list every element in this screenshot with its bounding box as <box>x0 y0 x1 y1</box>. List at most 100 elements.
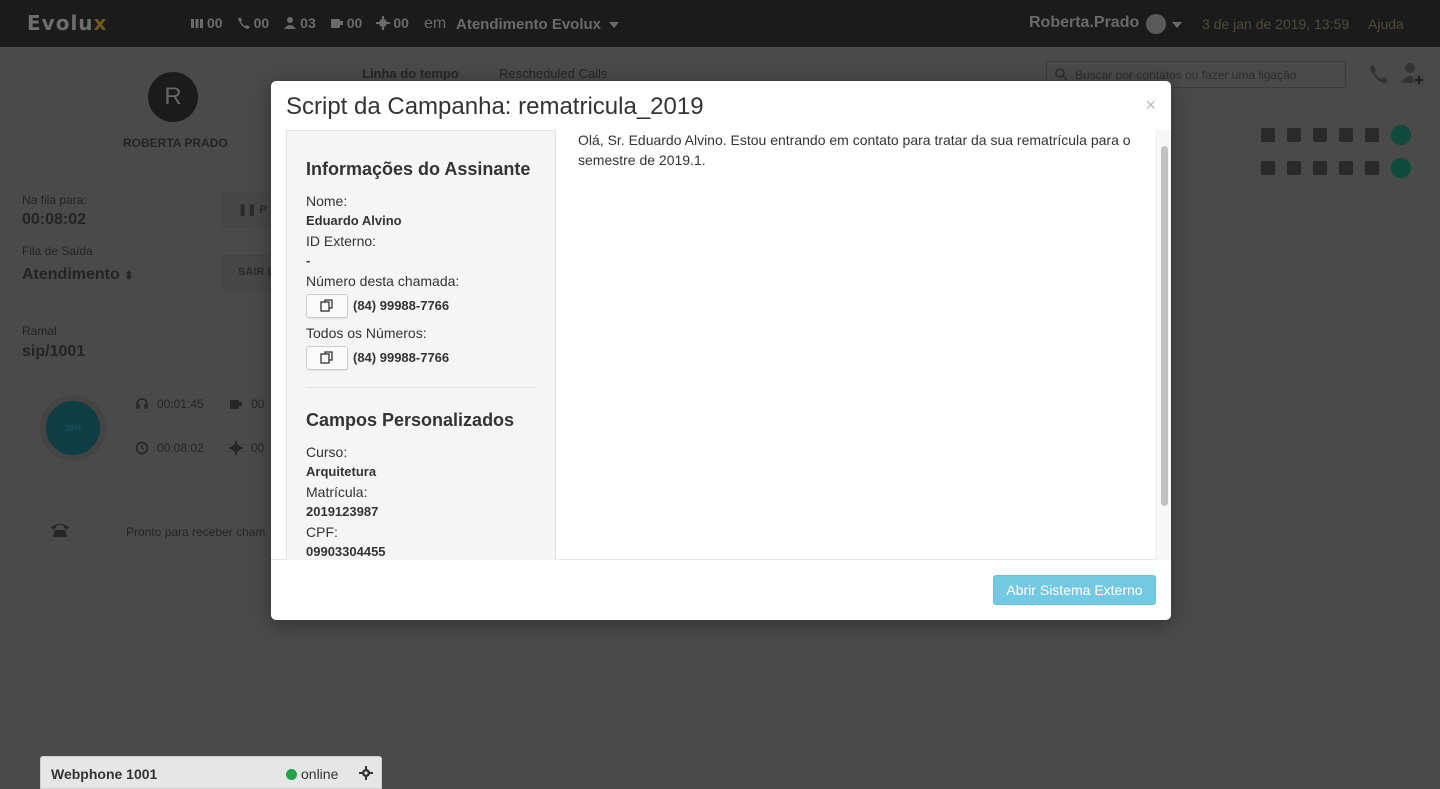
login-time-stat: 00:08:02 <box>135 441 204 455</box>
calls-counter[interactable]: 00 <box>237 15 270 31</box>
call-number-value: (84) 99988-7766 <box>353 298 450 313</box>
telephone-icon <box>51 524 69 537</box>
document-icon[interactable] <box>1261 128 1275 142</box>
search-placeholder: Buscar por contatos ou fazer uma ligação <box>1075 68 1297 82</box>
modal-body: Informações do Assinante Nome: Eduardo A… <box>271 130 1171 560</box>
copy-all-numbers-button[interactable] <box>306 346 348 370</box>
edit-icon[interactable] <box>1287 161 1301 175</box>
copy-call-number-button[interactable] <box>306 294 348 318</box>
course-value: Arquitetura <box>306 464 377 479</box>
queue-label: Na fila para: <box>22 193 87 207</box>
pause-time-stat: 00 <box>229 397 264 411</box>
scrollbar-thumb[interactable] <box>1161 146 1168 506</box>
user-name[interactable]: Roberta.Prado <box>1029 14 1139 32</box>
coffee-icon <box>330 19 343 28</box>
modal-footer: Abrir Sistema Externo <box>271 561 1171 620</box>
edit-icon[interactable] <box>1287 128 1301 142</box>
user-icon <box>284 17 297 29</box>
pause-time-value: 00 <box>251 397 265 411</box>
pause-icon: ❚❚ <box>238 204 260 216</box>
search-icon <box>1055 68 1068 81</box>
enrollment-label: Matrícula: <box>306 484 368 500</box>
cpf-value: 09903304455 <box>306 544 386 559</box>
webphone-status: online <box>286 766 338 782</box>
current-datetime: 3 de jan de 2019, 13:59 <box>1202 16 1350 32</box>
subscriber-info-panel[interactable]: Informações do Assinante Nome: Eduardo A… <box>286 130 556 560</box>
sort-icon: ⬍ <box>124 270 134 282</box>
close-icon[interactable]: × <box>1145 95 1156 116</box>
call-number-label: Número desta chamada: <box>306 273 460 289</box>
top-navbar: Evolux 00 00 03 00 00 em Atendimento Evo… <box>0 0 1440 47</box>
external-id-label: ID Externo: <box>306 233 377 249</box>
agent-name: ROBERTA PRADO <box>123 136 228 150</box>
enrollment-value: 2019123987 <box>306 504 379 519</box>
pause-count: 00 <box>346 15 363 31</box>
evolux-logo[interactable]: Evolux <box>27 11 107 35</box>
external-id-value: - <box>306 253 311 268</box>
copy-icon <box>320 351 333 364</box>
queue-time: 00:08:02 <box>22 211 87 228</box>
modal-title: Script da Campanha: rematricula_2019 <box>286 93 704 120</box>
subscriber-section-title: Informações do Assinante <box>306 159 531 179</box>
talk-time-stat: 00:01:45 <box>135 397 204 411</box>
other-counter[interactable]: 00 <box>376 15 409 31</box>
online-status-icon <box>286 768 297 780</box>
modal-scrollbar[interactable] <box>1156 130 1171 560</box>
section-divider <box>306 387 536 388</box>
call-number-row: (84) 99988-7766 <box>306 294 536 318</box>
gear-icon[interactable] <box>359 766 373 780</box>
info-icon[interactable] <box>1365 128 1379 142</box>
outbound-queue-value: Atendimento <box>22 266 120 283</box>
user-menu-chevron-icon[interactable] <box>1172 22 1182 28</box>
info-icon[interactable] <box>1365 161 1379 175</box>
timeline-row-actions <box>1261 125 1411 145</box>
add-contact-icon[interactable] <box>1400 61 1426 87</box>
agent-avatar: R <box>148 72 198 122</box>
ramal-value: sip/1001 <box>22 343 86 360</box>
calls-count: 00 <box>253 15 270 31</box>
star-icon[interactable] <box>1313 161 1327 175</box>
calendar-icon[interactable] <box>1339 161 1353 175</box>
course-label: Curso: <box>306 444 348 460</box>
login-time-value: 00:08:02 <box>157 441 204 455</box>
queue-name: Atendimento Evolux <box>456 16 602 33</box>
queue-icon <box>191 19 203 28</box>
call-button-icon[interactable] <box>1391 125 1411 145</box>
campaign-script-text: Olá, Sr. Eduardo Alvino. Estou entrando … <box>578 132 1131 168</box>
queue-dropdown[interactable]: Atendimento Evolux <box>456 16 620 33</box>
custom-fields-section-title: Campos Personalizados <box>306 410 515 430</box>
call-button-icon[interactable] <box>1391 158 1411 178</box>
occupancy-donut: 38% <box>46 401 100 455</box>
help-link[interactable]: Ajuda <box>1368 16 1404 32</box>
open-external-system-button[interactable]: Abrir Sistema Externo <box>993 575 1156 605</box>
all-numbers-row: (84) 99988-7766 <box>306 346 536 370</box>
talk-time-value: 00:01:45 <box>157 397 204 411</box>
campaign-script-modal: Script da Campanha: rematricula_2019 × I… <box>271 81 1171 620</box>
webphone-bar[interactable]: Webphone 1001 online <box>40 756 382 789</box>
user-avatar-icon[interactable] <box>1146 14 1166 34</box>
queue-counter[interactable]: 00 <box>190 15 223 31</box>
tab-rescheduled-calls[interactable]: Rescheduled Calls <box>499 66 607 81</box>
webphone-status-label: online <box>301 766 339 782</box>
star-icon[interactable] <box>1313 128 1327 142</box>
em-label: em <box>424 15 447 32</box>
pause-button-label: P <box>259 204 267 216</box>
ramal-label: Ramal <box>22 324 57 338</box>
clock-icon <box>135 441 149 455</box>
agents-count: 03 <box>300 15 316 31</box>
tab-timeline[interactable]: Linha do tempo <box>362 66 459 81</box>
outbound-queue-select[interactable]: Atendimento ⬍ <box>22 266 133 284</box>
ready-status-text: Pronto para receber cham <box>126 525 266 539</box>
all-numbers-value: (84) 99988-7766 <box>353 350 450 365</box>
gear-icon <box>229 441 243 455</box>
phone-icon <box>237 17 250 29</box>
outbound-queue-label: Fila de Saída <box>22 244 93 258</box>
dial-phone-icon[interactable] <box>1368 63 1390 85</box>
webphone-title: Webphone 1001 <box>51 766 158 782</box>
agents-counter[interactable]: 03 <box>283 15 316 31</box>
document-icon[interactable] <box>1261 161 1275 175</box>
all-numbers-label: Todos os Números: <box>306 325 427 341</box>
calendar-icon[interactable] <box>1339 128 1353 142</box>
pause-counter[interactable]: 00 <box>330 15 363 31</box>
name-value: Eduardo Alvino <box>306 213 402 228</box>
